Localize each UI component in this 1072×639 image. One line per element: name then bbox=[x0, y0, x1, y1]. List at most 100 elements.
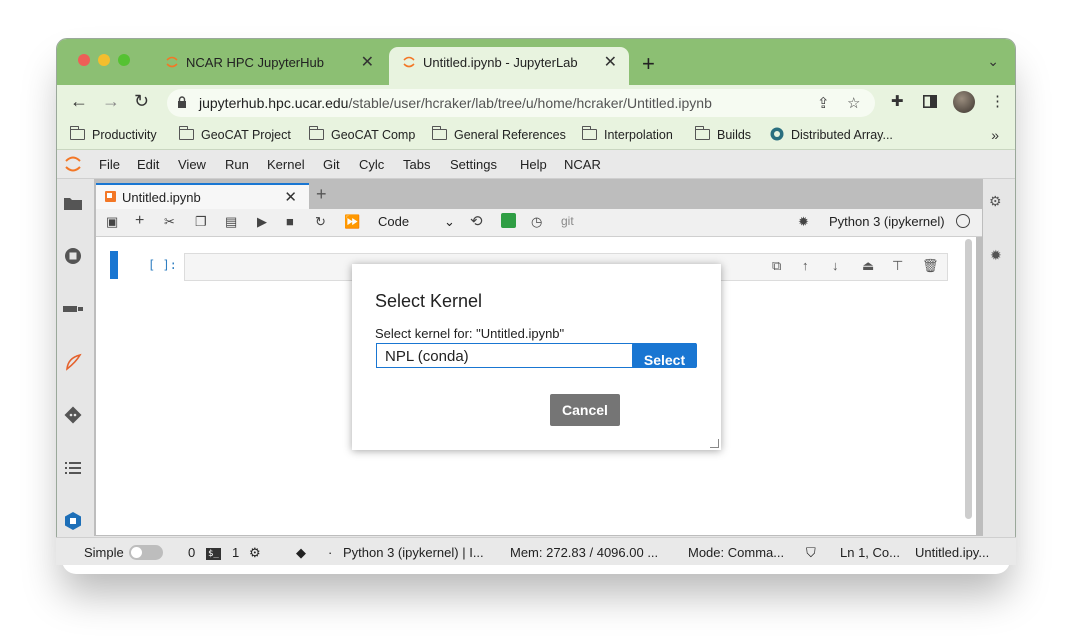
bookmark-geocat-project[interactable]: GeoCAT Project bbox=[179, 121, 291, 149]
bookmark-geocat-comp[interactable]: GeoCAT Comp bbox=[309, 121, 415, 149]
cluster-icon[interactable] bbox=[63, 299, 83, 319]
address-bar[interactable]: jupyterhub.hpc.ucar.edu/stable/user/hcra… bbox=[167, 89, 875, 117]
left-sidebar bbox=[57, 179, 90, 536]
select-button[interactable]: Select bbox=[632, 343, 697, 368]
forward-arrow-icon[interactable]: → bbox=[102, 91, 120, 112]
menu-tabs[interactable]: Tabs bbox=[403, 157, 430, 172]
notebook-tab[interactable]: Untitled.ipynb ✕ bbox=[96, 183, 309, 209]
editor-mode: Mode: Comma... bbox=[688, 545, 785, 560]
variable-inspector-icon[interactable] bbox=[501, 213, 516, 228]
git-label[interactable]: git bbox=[561, 214, 574, 228]
file-browser-folder-icon[interactable] bbox=[63, 193, 83, 213]
cell-type-value: Code bbox=[378, 214, 410, 229]
simple-mode-toggle[interactable] bbox=[129, 545, 163, 560]
extension-manager-icon[interactable] bbox=[63, 511, 83, 531]
close-window-button[interactable] bbox=[78, 54, 90, 66]
jupyter-logo-icon[interactable] bbox=[63, 154, 83, 174]
refresh-variables-icon[interactable]: ⟲ bbox=[470, 212, 483, 230]
menu-help[interactable]: Help bbox=[520, 157, 547, 172]
scrollbar[interactable] bbox=[965, 239, 972, 519]
clock-icon[interactable]: ◷ bbox=[531, 214, 542, 230]
run-icon[interactable]: ▶ bbox=[257, 214, 267, 230]
move-down-icon[interactable]: ↓ bbox=[832, 258, 839, 273]
insert-above-icon[interactable]: ⏏ bbox=[862, 258, 874, 274]
select-kernel-dialog: Select Kernel Select kernel for: "Untitl… bbox=[352, 264, 721, 450]
debugger-bug-icon[interactable]: ✹ bbox=[798, 214, 809, 230]
folder-icon bbox=[179, 126, 194, 140]
current-file: Untitled.ipy... bbox=[915, 545, 990, 560]
delete-cell-icon[interactable]: 🗑 bbox=[922, 258, 939, 274]
close-icon[interactable]: ✕ bbox=[284, 188, 297, 206]
resize-handle[interactable] bbox=[710, 439, 719, 448]
share-icon[interactable]: ⇪ bbox=[817, 94, 830, 112]
cancel-button[interactable]: Cancel bbox=[550, 394, 620, 426]
restart-run-all-icon[interactable]: ⏩ bbox=[344, 214, 360, 230]
close-tab-icon[interactable]: ✕ bbox=[604, 47, 617, 79]
dialog-title: Select Kernel bbox=[375, 291, 483, 311]
menu-edit[interactable]: Edit bbox=[137, 157, 159, 172]
cylc-icon[interactable] bbox=[63, 352, 83, 372]
minimize-window-button[interactable] bbox=[98, 54, 110, 66]
bookmark-interpolation[interactable]: Interpolation bbox=[582, 121, 673, 149]
paste-icon[interactable]: ▤ bbox=[225, 214, 237, 230]
chevron-down-icon[interactable]: ⌄ bbox=[987, 53, 999, 70]
reload-icon[interactable]: ↻ bbox=[134, 91, 149, 112]
back-arrow-icon[interactable]: ← bbox=[70, 91, 88, 112]
restart-icon[interactable]: ↻ bbox=[315, 214, 326, 230]
more-bookmarks-icon[interactable]: » bbox=[991, 127, 999, 143]
kernel-count: 1 bbox=[232, 545, 240, 560]
copy-icon[interactable]: ❐ bbox=[195, 214, 207, 230]
jupyter-favicon-icon bbox=[403, 56, 415, 68]
git-icon[interactable] bbox=[63, 405, 83, 425]
menu-file[interactable]: File bbox=[99, 157, 120, 172]
bookmark-builds[interactable]: Builds bbox=[695, 121, 751, 149]
close-tab-icon[interactable]: ✕ bbox=[361, 47, 374, 79]
move-up-icon[interactable]: ↑ bbox=[802, 258, 809, 273]
maximize-window-button[interactable] bbox=[118, 54, 130, 66]
profile-avatar[interactable] bbox=[953, 91, 975, 113]
star-icon[interactable]: ☆ bbox=[847, 94, 860, 112]
menu-settings[interactable]: Settings bbox=[450, 157, 497, 172]
property-inspector-gears-icon[interactable]: ⚙ bbox=[989, 193, 1002, 210]
simple-mode-label: Simple bbox=[84, 545, 124, 560]
duplicate-cell-icon[interactable]: ⧉ bbox=[772, 258, 781, 274]
git-status-icon[interactable]: ◆ bbox=[296, 545, 306, 561]
running-kernels-icon[interactable] bbox=[63, 246, 83, 266]
insert-cell-icon[interactable]: + bbox=[135, 212, 144, 230]
menu-cylc[interactable]: Cylc bbox=[359, 157, 384, 172]
save-icon[interactable]: ▣ bbox=[106, 214, 118, 230]
cut-icon[interactable]: ✂ bbox=[164, 214, 175, 230]
browser-tab-jupyterlab[interactable]: Untitled.ipynb - JupyterLab ✕ bbox=[389, 47, 629, 85]
bookmark-label: GeoCAT Comp bbox=[331, 128, 416, 142]
table-of-contents-icon[interactable] bbox=[63, 458, 83, 478]
extensions-puzzle-icon[interactable]: ✚ bbox=[891, 92, 904, 110]
debugger-bug-icon[interactable]: ✹ bbox=[990, 247, 1002, 264]
menu-run[interactable]: Run bbox=[225, 157, 249, 172]
tab-title: Untitled.ipynb - JupyterLab bbox=[423, 55, 578, 70]
menu-git[interactable]: Git bbox=[323, 157, 340, 172]
new-tab-icon[interactable]: + bbox=[642, 51, 655, 77]
kernel-status[interactable]: Python 3 (ipykernel) | I... bbox=[343, 545, 484, 560]
dask-site-icon bbox=[770, 127, 784, 141]
cursor-position[interactable]: Ln 1, Co... bbox=[840, 545, 900, 560]
kebab-menu-icon[interactable]: ⋮ bbox=[990, 92, 1005, 110]
menu-view[interactable]: View bbox=[178, 157, 206, 172]
cell-type-select[interactable]: Code ⌄ bbox=[378, 214, 455, 229]
browser-tab-jupyterhub[interactable]: NCAR HPC JupyterHub ✕ bbox=[152, 47, 386, 85]
add-tab-icon[interactable]: + bbox=[316, 184, 327, 205]
insert-below-icon[interactable]: ⊤ bbox=[892, 258, 903, 274]
bookmark-distributed-array[interactable]: Distributed Array... bbox=[770, 121, 893, 149]
menu-ncar[interactable]: NCAR bbox=[564, 157, 601, 172]
side-panel-icon[interactable] bbox=[923, 95, 937, 108]
folder-icon bbox=[70, 126, 85, 140]
stop-icon[interactable]: ■ bbox=[286, 214, 294, 229]
tab-title: NCAR HPC JupyterHub bbox=[186, 55, 324, 70]
bookmark-label: GeoCAT Project bbox=[201, 128, 291, 142]
bookmark-general-references[interactable]: General References bbox=[432, 121, 566, 149]
kernel-status-icon bbox=[956, 214, 970, 228]
cell-prompt: [ ]: bbox=[148, 258, 177, 272]
shield-icon: ⛉ bbox=[806, 545, 816, 560]
kernel-name[interactable]: Python 3 (ipykernel) bbox=[829, 214, 945, 229]
menu-kernel[interactable]: Kernel bbox=[267, 157, 305, 172]
bookmark-productivity[interactable]: Productivity bbox=[70, 121, 157, 149]
